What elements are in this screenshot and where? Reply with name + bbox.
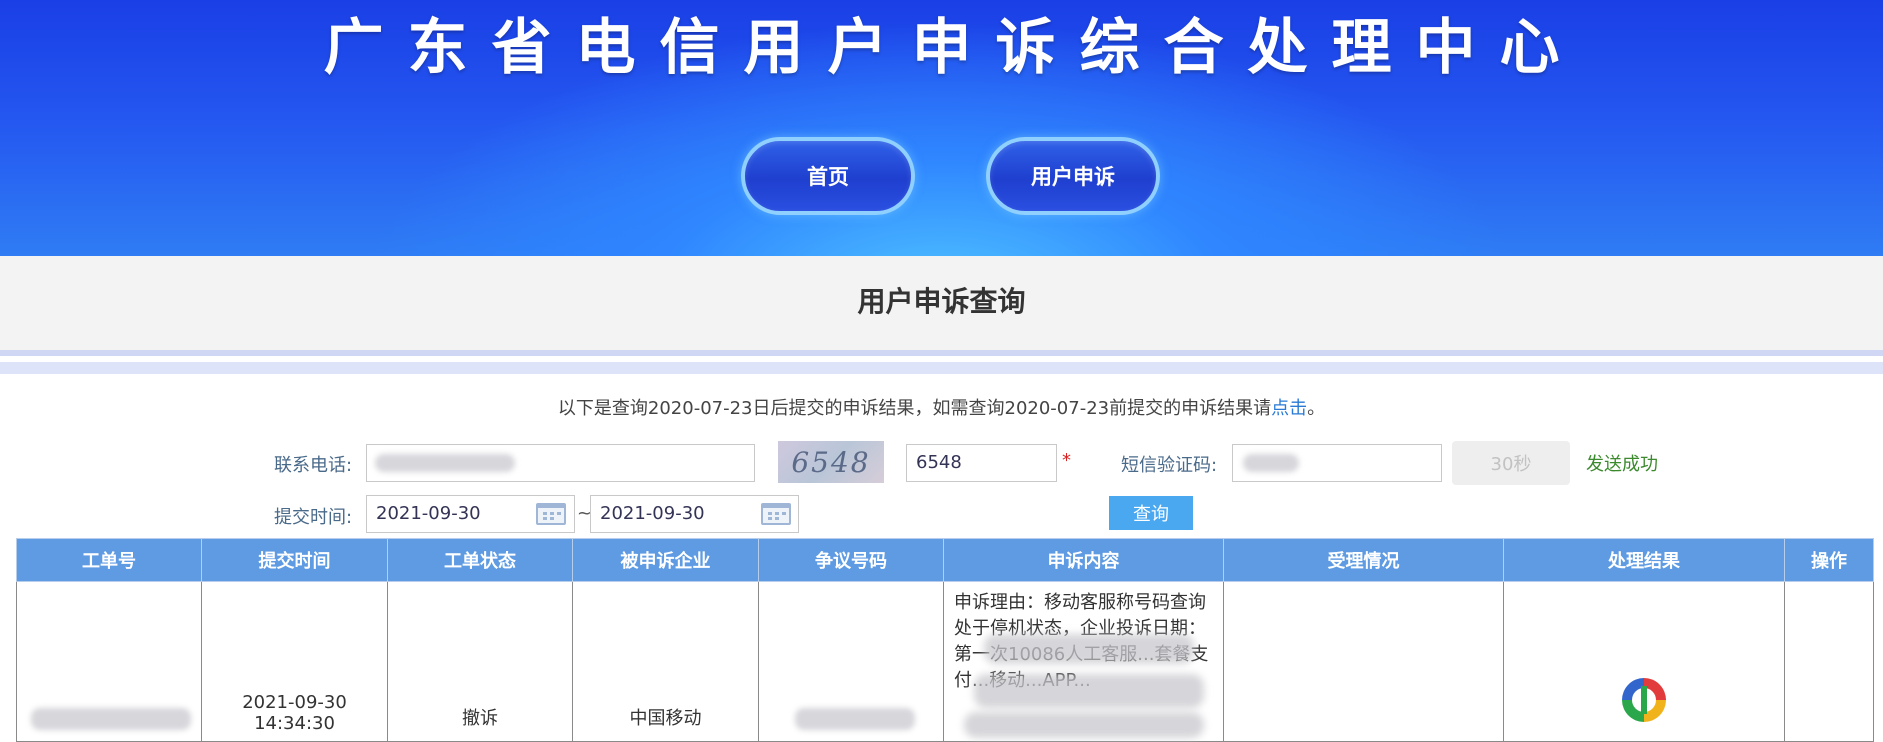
- content-cell: 申诉理由：移动客服称号码查询处于停机状态，企业投诉日期：第一次10086人工客服…: [943, 581, 1224, 742]
- send-code-countdown: 30秒: [1452, 441, 1570, 485]
- sms-code-label: 短信验证码:: [1121, 455, 1218, 476]
- site-title: 广东省电信用户申诉综合处理中心: [323, 13, 1584, 83]
- redacted-disputed-number: [795, 708, 915, 730]
- page-title: 用户申诉查询: [857, 285, 1026, 318]
- site-header: 广东省电信用户申诉综合处理中心 首页 用户申诉: [0, 0, 1883, 256]
- action-cell[interactable]: [1784, 581, 1874, 742]
- captcha-image[interactable]: 6548: [778, 441, 884, 483]
- column-header: 处理结果: [1503, 538, 1785, 582]
- nav-home-button[interactable]: 首页: [741, 137, 915, 215]
- column-header: 工单号: [16, 538, 202, 582]
- required-mark: *: [1062, 450, 1071, 471]
- submit-time-label: 提交时间:: [274, 507, 353, 528]
- redacted-phone: [375, 454, 515, 472]
- nav-complaint-button[interactable]: 用户申诉: [986, 137, 1160, 215]
- query-button[interactable]: 查询: [1109, 496, 1193, 530]
- company-cell: 中国移动: [572, 581, 759, 742]
- submit-date: 2021-09-30: [242, 692, 347, 713]
- result-cell: [1503, 581, 1785, 742]
- old-query-link[interactable]: 点击: [1271, 398, 1307, 419]
- phone-input[interactable]: [366, 444, 755, 482]
- column-header: 工单状态: [387, 538, 573, 582]
- logo-icon-bar: [1641, 686, 1647, 714]
- column-header: 受理情况: [1223, 538, 1504, 582]
- redaction-scribble: [964, 712, 1204, 738]
- column-header: 操作: [1784, 538, 1874, 582]
- redaction-scribble: [974, 674, 1204, 708]
- phone-label: 联系电话:: [274, 455, 353, 476]
- status-cell: 撤诉: [387, 581, 573, 742]
- column-header: 争议号码: [758, 538, 944, 582]
- company-text: 中国移动: [629, 708, 702, 729]
- status-text: 撤诉: [462, 708, 498, 729]
- notice-text: 以下是查询2020-07-23日后提交的申诉结果，如需查询2020-07-23前…: [557, 398, 1272, 419]
- divider: [0, 362, 1883, 374]
- redacted-order-number: [31, 708, 191, 730]
- title-band: 用户申诉查询: [0, 256, 1883, 350]
- submit-time-cell: 2021-09-30 14:34:30: [201, 581, 388, 742]
- table-header-row: 工单号 提交时间 工单状态 被申诉企业 争议号码 申诉内容 受理情况 处理结果 …: [16, 538, 1874, 582]
- calendar-icon[interactable]: [761, 503, 791, 525]
- query-notice: 以下是查询2020-07-23日后提交的申诉结果，如需查询2020-07-23前…: [0, 394, 1883, 420]
- results-table: 工单号 提交时间 工单状态 被申诉企业 争议号码 申诉内容 受理情况 处理结果 …: [16, 538, 1874, 742]
- acceptance-cell: [1223, 581, 1504, 742]
- column-header: 提交时间: [201, 538, 388, 582]
- redaction-scribble: [984, 634, 1194, 664]
- disputed-number-cell: [758, 581, 944, 742]
- notice-end: 。: [1307, 398, 1326, 419]
- calendar-icon[interactable]: [536, 503, 566, 525]
- captcha-input[interactable]: 6548: [906, 444, 1057, 482]
- table-row: 2021-09-30 14:34:30 撤诉 中国移动 申诉理由：移动客服称号码…: [16, 581, 1874, 742]
- send-status: 发送成功: [1586, 454, 1658, 475]
- redacted-sms-code: [1243, 454, 1299, 472]
- column-header: 被申诉企业: [572, 538, 759, 582]
- column-header: 申诉内容: [943, 538, 1224, 582]
- order-number-cell: [16, 581, 202, 742]
- divider: [0, 350, 1883, 356]
- sms-code-input[interactable]: [1232, 444, 1442, 482]
- submit-clock: 14:34:30: [254, 713, 335, 734]
